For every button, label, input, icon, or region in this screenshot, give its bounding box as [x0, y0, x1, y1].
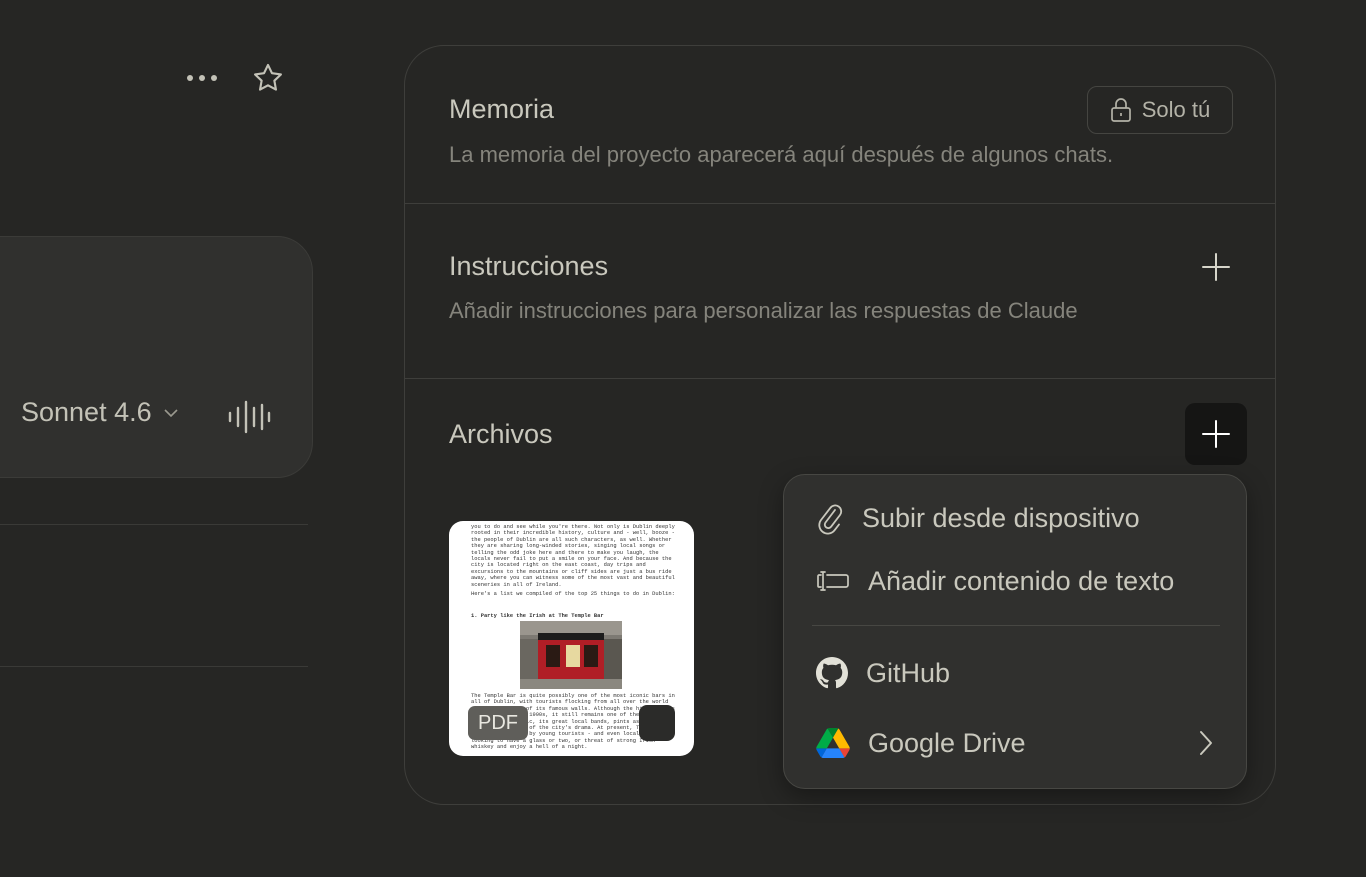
- model-selector[interactable]: Sonnet 4.6: [21, 397, 180, 428]
- memory-visibility-badge[interactable]: Solo tú: [1087, 86, 1233, 134]
- voice-mode-button[interactable]: [223, 395, 275, 439]
- section-divider: [405, 378, 1275, 379]
- github-icon: [816, 657, 848, 689]
- conversation-actions: [180, 56, 290, 100]
- file-type-badge: PDF: [468, 706, 528, 740]
- menu-item-label: Añadir contenido de texto: [868, 565, 1175, 596]
- voice-waveform-icon: [228, 400, 271, 434]
- menu-item-github[interactable]: GitHub: [798, 645, 1234, 701]
- paperclip-icon: [818, 504, 843, 535]
- add-files-button[interactable]: [1185, 403, 1247, 465]
- more-options-button[interactable]: [180, 56, 224, 100]
- menu-item-google-drive[interactable]: Google Drive: [798, 715, 1234, 771]
- instructions-description: Añadir instrucciones para personalizar l…: [449, 298, 1078, 323]
- document-preview-photo: [520, 621, 622, 689]
- menu-item-label: Subir desde dispositivo: [862, 502, 1140, 533]
- document-preview-heading: 1. Party like the Irish at The Temple Ba…: [471, 613, 604, 619]
- menu-item-label: GitHub: [866, 657, 951, 688]
- menu-separator: [812, 625, 1220, 626]
- menu-item-upload-device[interactable]: Subir desde dispositivo: [798, 490, 1234, 546]
- visibility-label: Solo tú: [1141, 97, 1211, 122]
- google-drive-icon: [816, 728, 850, 758]
- list-divider: [0, 524, 308, 525]
- memory-description: La memoria del proyecto aparecerá aquí d…: [449, 142, 1114, 167]
- menu-item-label: Google Drive: [868, 727, 1026, 758]
- instructions-title: Instrucciones: [449, 251, 609, 281]
- add-content-menu: Subir desde dispositivo Añadir contenido…: [783, 474, 1247, 789]
- more-horizontal-icon: [187, 75, 217, 81]
- plus-icon: [1202, 253, 1230, 281]
- chevron-down-icon: [164, 408, 178, 417]
- memory-title: Memoria: [449, 94, 555, 124]
- list-divider: [0, 666, 308, 667]
- add-instructions-button[interactable]: [1185, 236, 1247, 298]
- chevron-right-icon: [1200, 731, 1212, 755]
- document-preview-text: Here's a list we compiled of the top 25 …: [471, 591, 675, 597]
- file-card-action[interactable]: [639, 705, 675, 741]
- text-content-icon: [817, 571, 849, 591]
- star-icon: [254, 63, 282, 91]
- model-name: Sonnet 4.6: [21, 397, 152, 427]
- plus-icon: [1202, 420, 1230, 448]
- document-preview-text: you to do and see while you're there. No…: [471, 524, 675, 588]
- files-title: Archivos: [449, 419, 553, 449]
- chat-composer[interactable]: Sonnet 4.6: [0, 236, 313, 478]
- section-divider: [405, 203, 1275, 204]
- lock-icon: [1110, 98, 1131, 122]
- menu-item-add-text[interactable]: Añadir contenido de texto: [798, 553, 1234, 609]
- star-button[interactable]: [246, 56, 290, 100]
- file-card[interactable]: you to do and see while you're there. No…: [449, 521, 694, 756]
